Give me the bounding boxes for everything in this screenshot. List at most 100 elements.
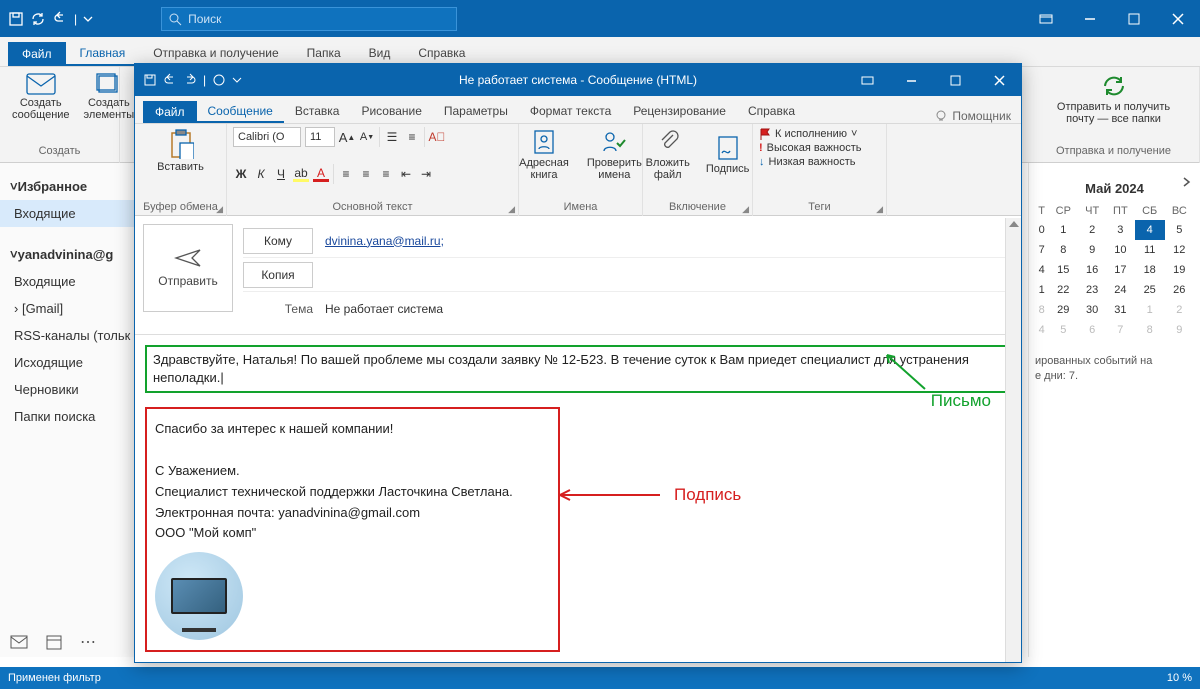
chevron-down-icon[interactable] (83, 14, 93, 24)
arrowdown-icon: ↓ (759, 156, 765, 168)
to-button[interactable]: Кому (243, 228, 313, 254)
grow-font-icon[interactable]: A▲ (339, 129, 355, 145)
maximize-button[interactable] (933, 64, 977, 96)
mail-icon[interactable] (10, 635, 28, 649)
numbering-icon[interactable]: ≡ (404, 129, 420, 145)
tab-message[interactable]: Сообщение (197, 99, 284, 123)
envelope-icon (26, 73, 56, 95)
undo-icon[interactable] (52, 11, 68, 27)
low-importance-button[interactable]: ↓Низкая важность (759, 155, 880, 169)
align-right-icon[interactable]: ≡ (378, 166, 394, 182)
dialog-launcher-icon[interactable]: ◢ (876, 204, 883, 215)
font-size-combo[interactable]: 11 (305, 127, 335, 147)
clipboard-icon (168, 129, 194, 159)
tab-review[interactable]: Рецензирование (622, 99, 737, 123)
tab-home[interactable]: Главная (66, 40, 140, 66)
tab-insert[interactable]: Вставка (284, 99, 351, 123)
close-button[interactable] (977, 64, 1021, 96)
save-icon[interactable] (143, 73, 157, 87)
save-icon[interactable] (8, 11, 24, 27)
calendar-next-icon[interactable] (1182, 177, 1192, 187)
close-button[interactable] (1156, 0, 1200, 37)
calendar-grid[interactable]: ТСРЧТПТСБВС 0123457891011124151617181912… (1035, 202, 1194, 340)
to-field[interactable]: dvinina.yana@mail.ru; (325, 234, 1013, 248)
bold-button[interactable]: Ж (233, 166, 249, 182)
chevron-down-icon[interactable] (232, 75, 242, 85)
touchmode-icon[interactable] (212, 73, 226, 87)
check-names-button[interactable]: Проверить имена (583, 127, 646, 183)
nav-outbox[interactable]: Исходящие (0, 349, 137, 376)
undo-icon[interactable] (163, 73, 177, 87)
address-book-button[interactable]: Адресная книга (515, 127, 573, 183)
sendreceive-all-button[interactable]: Отправить и получить почту — все папки (1036, 71, 1191, 127)
maximize-button[interactable] (1112, 0, 1156, 37)
paperclip-icon (657, 129, 679, 155)
ribbon-display-icon[interactable] (1024, 0, 1068, 37)
account-header[interactable]: ˅yanadvinina@g (0, 241, 137, 268)
more-icon[interactable]: ⋯ (80, 632, 96, 652)
ribbon-display-icon[interactable] (845, 64, 889, 96)
new-mail-button[interactable]: Создать сообщение (8, 71, 74, 123)
highlight-icon[interactable]: ab (293, 166, 309, 182)
nav-gmail[interactable]: › [Gmail] (0, 295, 137, 322)
cc-button[interactable]: Копия (243, 262, 313, 288)
attach-file-button[interactable]: Вложить файл (642, 127, 694, 183)
shrink-font-icon[interactable]: A▼ (359, 129, 375, 145)
compose-body[interactable]: Здравствуйте, Наталья! По вашей проблеме… (135, 335, 1021, 675)
redo-icon[interactable] (183, 73, 197, 87)
dialog-launcher-icon[interactable]: ◢ (742, 204, 749, 215)
flag-icon (759, 128, 771, 140)
zoom-level: 10 % (1167, 672, 1192, 684)
favorites-header[interactable]: ˅Избранное (0, 173, 137, 200)
indent-dec-icon[interactable]: ⇤ (398, 166, 414, 182)
signature-image (155, 552, 243, 640)
sync-icon[interactable] (30, 11, 46, 27)
search-input[interactable]: Поиск (161, 7, 457, 31)
compose-header: Отправить Кому dvinina.yana@mail.ru; Коп… (135, 216, 1021, 335)
clear-format-icon[interactable]: A⃠ (429, 129, 445, 145)
nav-inbox[interactable]: Входящие (0, 268, 137, 295)
tab-format[interactable]: Формат текста (519, 99, 622, 123)
subject-field[interactable]: Не работает система (325, 302, 1013, 316)
status-text: Применен фильтр (8, 672, 101, 684)
tell-me[interactable]: Помощник (934, 109, 1021, 123)
new-item-icon (96, 73, 122, 95)
fav-inbox[interactable]: Входящие (0, 200, 137, 227)
paste-button[interactable]: Вставить (141, 127, 220, 175)
font-color-icon[interactable]: A (313, 166, 329, 182)
compose-scrollbar[interactable] (1005, 218, 1021, 662)
send-button[interactable]: Отправить (143, 224, 233, 312)
group-basictext-label: Основной текст (233, 201, 512, 213)
tab-help[interactable]: Справка (737, 99, 806, 123)
font-name-combo[interactable]: Calibri (О (233, 127, 301, 147)
folder-pane: ˅Избранное Входящие ˅yanadvinina@g Входя… (0, 163, 138, 657)
high-importance-button[interactable]: !Высокая важность (759, 141, 880, 155)
minimize-button[interactable] (889, 64, 933, 96)
followup-button[interactable]: К исполнению ˅ (759, 127, 880, 141)
indent-inc-icon[interactable]: ⇥ (418, 166, 434, 182)
tab-draw[interactable]: Рисование (350, 99, 432, 123)
group-clipboard-label: Буфер обмена (141, 201, 220, 213)
tab-file[interactable]: Файл (143, 101, 197, 123)
nav-rss[interactable]: RSS-каналы (тольк (0, 322, 137, 349)
tab-options[interactable]: Параметры (433, 99, 519, 123)
minimize-button[interactable] (1068, 0, 1112, 37)
bullets-icon[interactable]: ☰ (384, 129, 400, 145)
main-titlebar: | Поиск (0, 0, 1200, 37)
sig-regards: С Уважением. (155, 461, 550, 482)
align-center-icon[interactable]: ≡ (358, 166, 374, 182)
compose-ribbon-tabs: Файл Сообщение Вставка Рисование Парамет… (135, 96, 1021, 124)
nav-drafts[interactable]: Черновики (0, 376, 137, 403)
tab-file[interactable]: Файл (8, 42, 66, 66)
compose-ribbon: Вставить Буфер обмена ◢ Calibri (О 11 A▲… (135, 124, 1021, 216)
callout-letter: Письмо (931, 391, 991, 411)
nav-search-folders[interactable]: Папки поиска (0, 403, 137, 430)
dialog-launcher-icon[interactable]: ◢ (216, 204, 223, 215)
dialog-launcher-icon[interactable]: ◢ (508, 204, 515, 215)
italic-button[interactable]: К (253, 166, 269, 182)
underline-button[interactable]: Ч (273, 166, 289, 182)
signature-button[interactable]: Подпись (702, 133, 754, 177)
align-left-icon[interactable]: ≡ (338, 166, 354, 182)
search-placeholder: Поиск (188, 12, 221, 26)
calendar-icon[interactable] (46, 634, 62, 650)
